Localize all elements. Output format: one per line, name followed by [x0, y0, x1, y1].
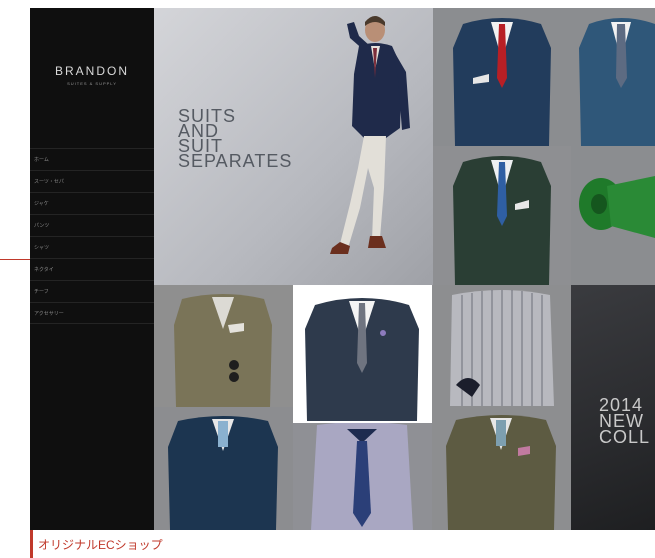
product-tile[interactable]: [571, 8, 655, 146]
screenshot-frame: BRANDON SUITES & SUPPLY ホーム スーツ・セパ ジャケ パ…: [30, 8, 655, 530]
product-tile[interactable]: [293, 423, 432, 530]
nav-item-suits[interactable]: スーツ・セパ: [30, 170, 154, 192]
blue-jacket-patterned-tie-image: [579, 18, 655, 146]
product-tile[interactable]: [571, 146, 655, 285]
caption-text: オリジナルECショップ: [38, 538, 163, 552]
nav-item-home[interactable]: ホーム: [30, 148, 154, 170]
product-tile[interactable]: [432, 285, 571, 406]
nav-item-ties[interactable]: ネクタイ: [30, 258, 154, 280]
olive-jacket-image: [446, 415, 556, 530]
hero-title-line: SEPARATES: [178, 151, 293, 171]
product-tile[interactable]: [432, 406, 571, 530]
brand-logo[interactable]: BRANDON SUITES & SUPPLY: [30, 64, 154, 86]
striped-shirt-image: [450, 290, 554, 406]
accent-line: [0, 259, 30, 260]
brand-name: BRANDON: [54, 64, 129, 78]
brand-subtitle: SUITES & SUPPLY: [67, 81, 117, 86]
caption-bar: [30, 530, 33, 558]
nav-item-accessories[interactable]: アクセサリー: [30, 302, 154, 324]
navy-jacket-image: [168, 416, 278, 530]
nav-item-shirts[interactable]: シャツ: [30, 236, 154, 258]
nav-item-jackets[interactable]: ジャケ: [30, 192, 154, 214]
green-knit-tie-image: [579, 176, 655, 238]
sidebar: BRANDON SUITES & SUPPLY ホーム スーツ・セパ ジャケ パ…: [30, 8, 154, 530]
green-jacket-blue-tie-image: [453, 156, 551, 285]
navy-jacket-red-tie-image: [453, 18, 551, 146]
product-tile[interactable]: [154, 285, 293, 407]
charcoal-suit-image: [305, 298, 419, 421]
promo-text: 2014 NEW COLL: [599, 396, 651, 447]
nav-item-chief[interactable]: チーフ: [30, 280, 154, 302]
nav-item-pants[interactable]: パンツ: [30, 214, 154, 236]
sidebar-nav: ホーム スーツ・セパ ジャケ パンツ シャツ ネクタイ チーフ アクセサリー: [30, 148, 154, 324]
hero-banner[interactable]: SUITS AND SUIT SEPARATES: [154, 8, 433, 285]
lavender-shirt-navy-tie-image: [311, 423, 413, 530]
hero-title: SUITS AND SUIT SEPARATES: [178, 107, 293, 171]
product-tile[interactable]: [293, 285, 432, 423]
product-tile[interactable]: [433, 146, 571, 285]
khaki-jacket-sunglasses-image: [174, 294, 272, 407]
product-tile[interactable]: [433, 8, 571, 146]
promo-line: COLL: [599, 427, 651, 447]
promo-tile[interactable]: 2014 NEW COLL: [571, 285, 655, 530]
product-tile[interactable]: [154, 407, 293, 530]
